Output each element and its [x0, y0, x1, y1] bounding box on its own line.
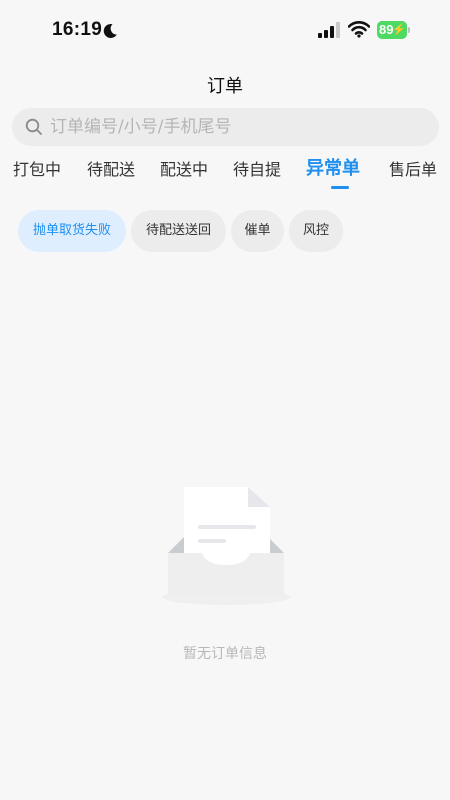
- tab-packing[interactable]: 打包中: [13, 156, 61, 180]
- tab-exception[interactable]: 异常单: [306, 154, 360, 180]
- chip-pickup-failed[interactable]: 抛单取货失败: [18, 210, 126, 252]
- moon-icon: [103, 23, 117, 38]
- chip-risk-control[interactable]: 风控: [289, 210, 343, 252]
- search-icon: [25, 118, 42, 135]
- tab-awaiting-pickup[interactable]: 待自提: [233, 156, 281, 180]
- wifi-icon: [348, 21, 370, 38]
- chip-delivery-returned[interactable]: 待配送送回: [131, 210, 226, 252]
- chip-urge-order[interactable]: 催单: [231, 210, 284, 252]
- active-tab-indicator: [331, 186, 349, 189]
- search-input[interactable]: [50, 108, 420, 146]
- order-screen: 16:19 89 ⚡ 订单 订单编号/小号/手机尾号 打包中 待配送 配送中 待…: [0, 0, 450, 800]
- battery-level: 89: [379, 22, 394, 37]
- search-box[interactable]: [12, 108, 439, 146]
- tab-delivering[interactable]: 配送中: [160, 156, 208, 180]
- signal-icon: [318, 22, 340, 38]
- page-title: 订单: [207, 76, 243, 97]
- battery-icon: 89 ⚡: [377, 21, 410, 39]
- charging-bolt-icon: ⚡: [392, 24, 406, 36]
- empty-state-message: 暂无订单信息: [183, 646, 267, 662]
- empty-inbox-icon: [162, 487, 290, 605]
- tab-awaiting-delivery[interactable]: 待配送: [87, 156, 135, 180]
- tab-after-sales[interactable]: 售后单: [389, 156, 437, 180]
- order-status-tabs: 打包中 待配送 配送中 待自提 异常单 售后单: [0, 156, 450, 192]
- status-time: 16:19: [52, 19, 103, 40]
- status-bar: 16:19 89 ⚡: [0, 0, 450, 60]
